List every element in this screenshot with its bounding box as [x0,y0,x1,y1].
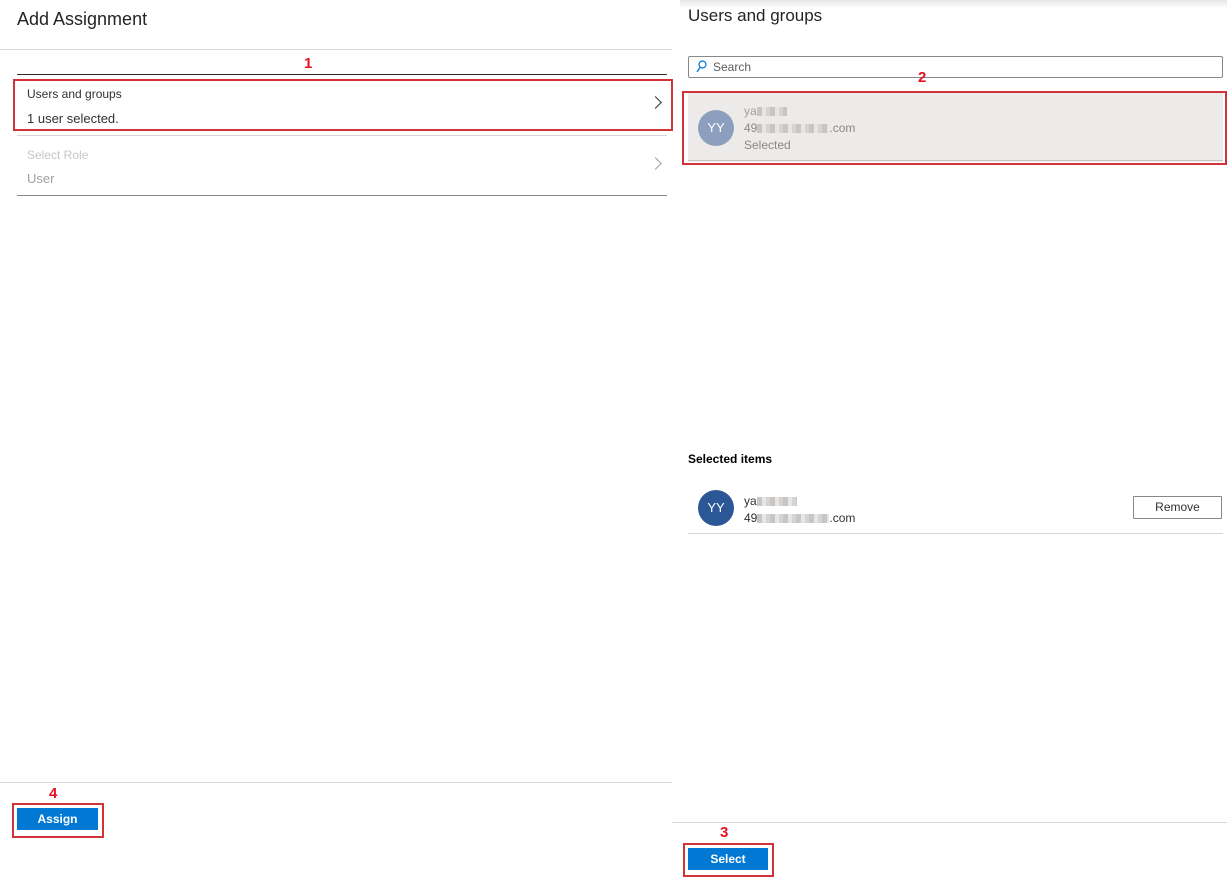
search-box[interactable] [688,56,1223,78]
redacted-text [756,497,797,507]
select-role-row: Select Role User [17,139,667,193]
search-icon [696,60,707,73]
select-role-value: User [27,171,55,186]
selected-user-name: ya [744,494,797,508]
select-role-label: Select Role [27,148,89,162]
annotation-3: 3 [720,824,729,841]
panel-title: Add Assignment [17,9,148,29]
annotation-box-1 [13,79,673,131]
annotation-1: 1 [304,55,313,72]
divider [0,49,672,50]
panel-title: Users and groups [688,6,823,25]
selected-items-heading: Selected items [688,452,773,466]
avatar: YY [698,490,734,526]
divider [688,533,1223,534]
remove-button[interactable]: Remove [1133,496,1222,519]
divider [17,135,667,136]
annotation-4: 4 [49,785,58,802]
redacted-text [757,514,830,524]
footer-divider [672,822,1227,823]
divider [17,195,667,196]
annotation-box-2 [682,91,1227,165]
select-button[interactable]: Select [688,848,768,870]
footer-divider [0,782,672,783]
assign-button[interactable]: Assign [17,808,98,830]
divider [17,74,667,75]
search-input[interactable] [713,57,1203,77]
chevron-right-icon [649,157,662,170]
annotation-2: 2 [918,69,927,86]
selected-user-email: 49 .com [744,511,856,525]
